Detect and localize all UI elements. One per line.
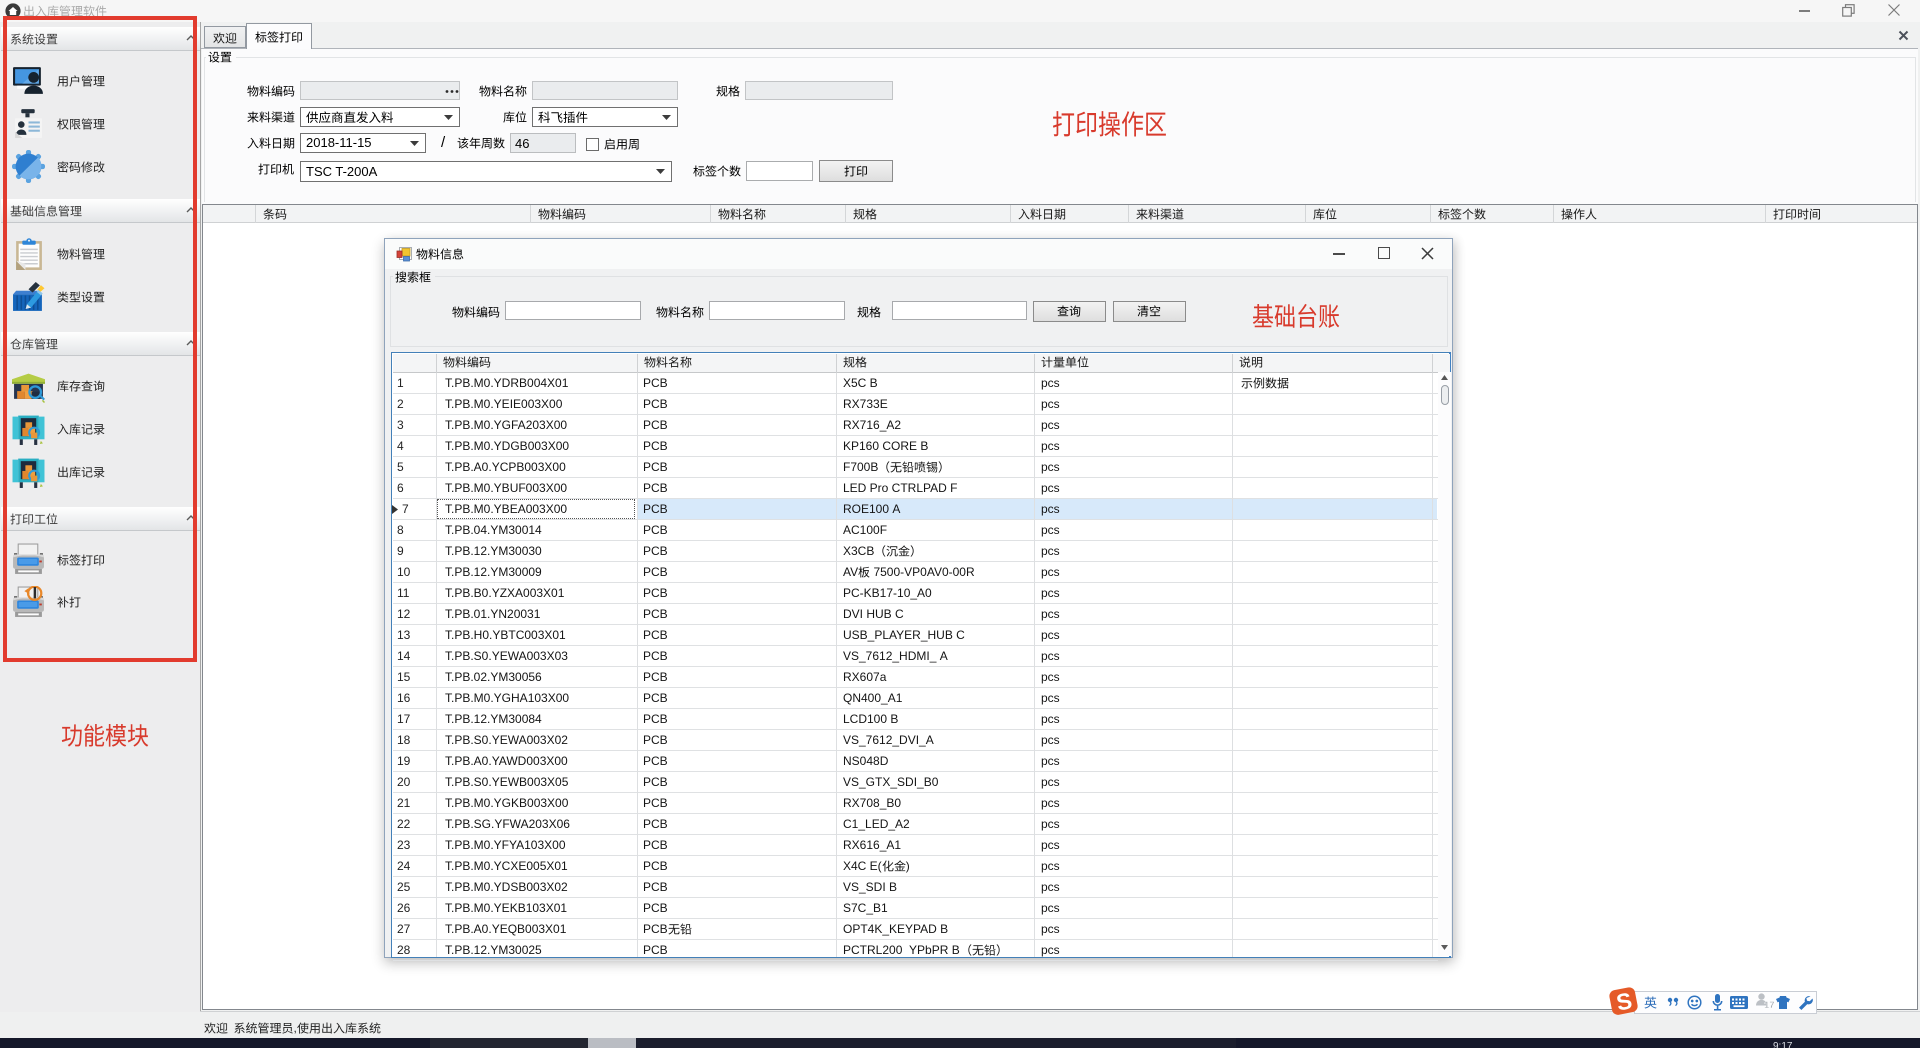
svg-text:17: 17 xyxy=(1764,1000,1774,1011)
